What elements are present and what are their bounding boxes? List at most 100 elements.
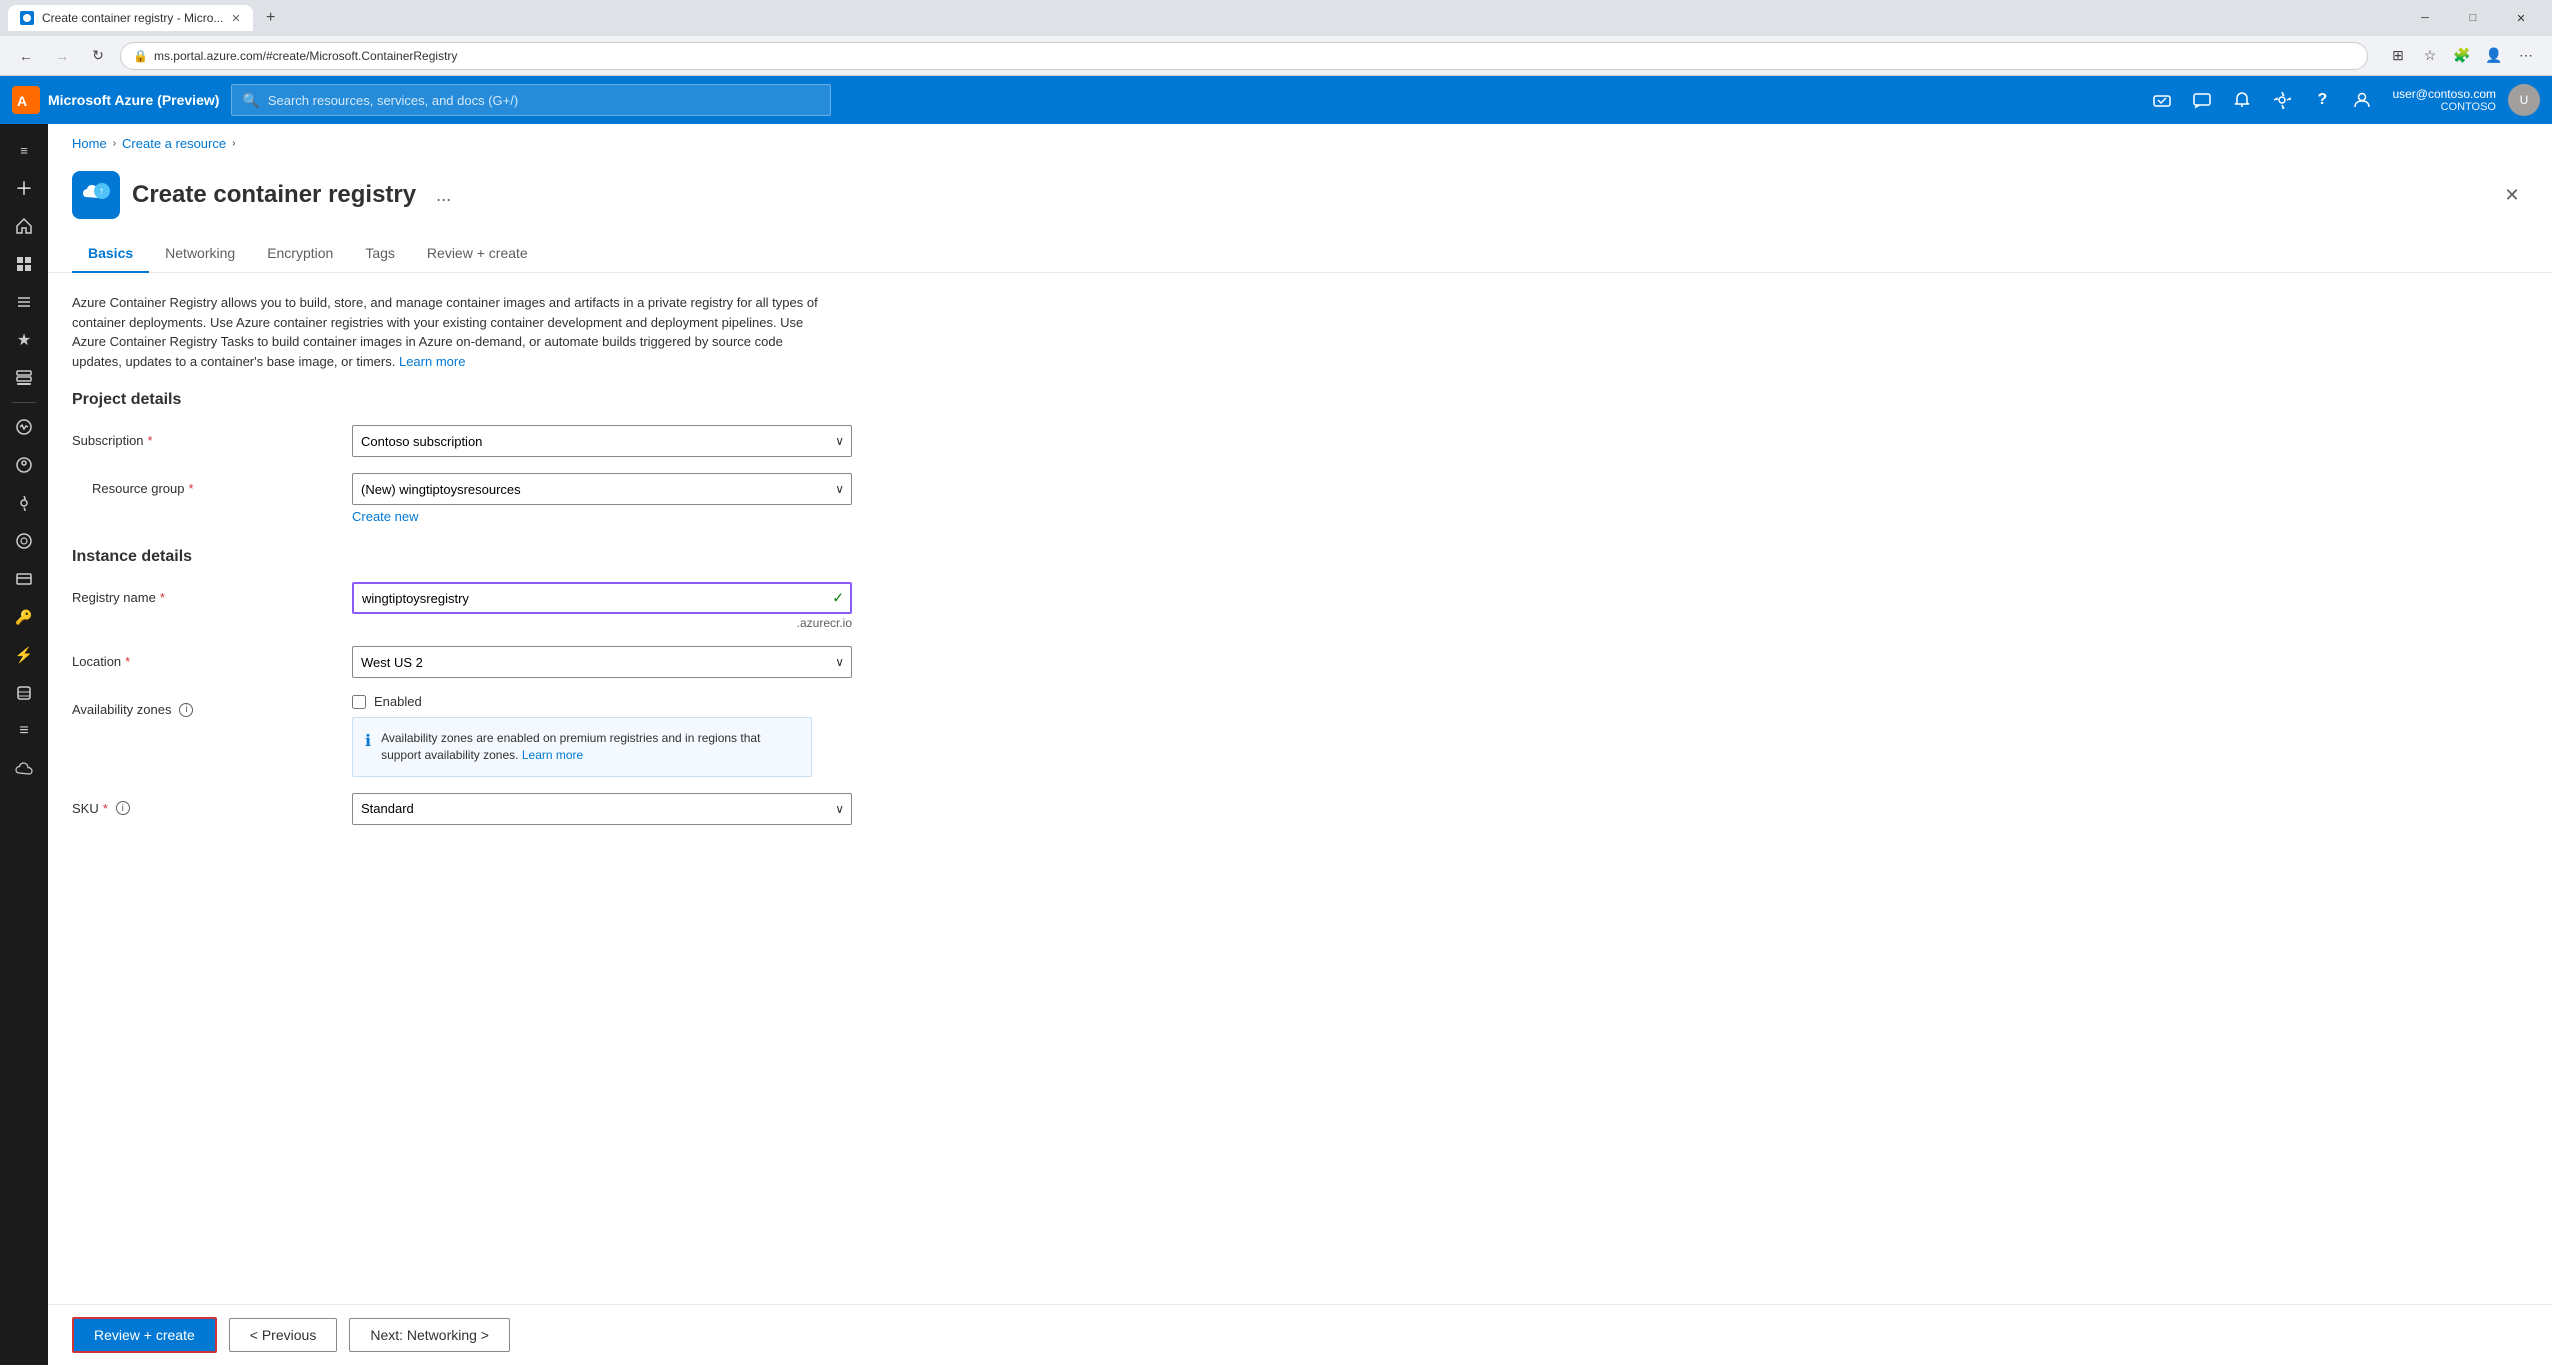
subscription-select[interactable]: Contoso subscription Pay-As-You-Go Enter…	[352, 425, 852, 457]
sku-select[interactable]: Basic Standard Premium	[352, 793, 852, 825]
registry-name-input[interactable]	[352, 582, 852, 614]
previous-button[interactable]: < Previous	[229, 1318, 338, 1352]
sidebar-item-cloud[interactable]	[6, 751, 42, 787]
sidebar-item-keys[interactable]: 🔑	[6, 599, 42, 635]
sidebar-item-favorites[interactable]: ★	[6, 322, 42, 358]
sidebar-item-marketplace[interactable]	[6, 447, 42, 483]
learn-more-link[interactable]: Learn more	[399, 354, 465, 369]
profile-button[interactable]: 👤	[2480, 42, 2508, 70]
extensions-button[interactable]: 🧩	[2448, 42, 2476, 70]
resource-group-select-wrapper: (New) wingtiptoysresources Create new ∨	[352, 473, 852, 505]
sidebar-item-resourcegroups[interactable]	[6, 360, 42, 396]
availability-zones-learn-more[interactable]: Learn more	[522, 748, 583, 762]
tab-close-icon[interactable]: ✕	[231, 12, 240, 25]
tab-review-create[interactable]: Review + create	[411, 235, 544, 273]
next-button[interactable]: Next: Networking >	[349, 1318, 510, 1352]
maximize-button[interactable]: □	[2450, 0, 2496, 36]
browser-tab[interactable]: Create container registry - Micro... ✕	[8, 5, 253, 31]
sku-control: Basic Standard Premium ∨	[352, 793, 852, 825]
new-tab-button[interactable]: +	[257, 4, 285, 32]
minimize-button[interactable]: ─	[2402, 0, 2448, 36]
plus-icon: ＋	[15, 175, 33, 201]
sidebar-item-allresources[interactable]	[6, 284, 42, 320]
topbar-search[interactable]: 🔍	[231, 84, 831, 116]
settings-gear-icon	[2272, 90, 2292, 110]
sidebar-item-functions[interactable]: ⚡	[6, 637, 42, 673]
back-button[interactable]: ←	[12, 42, 40, 70]
sidebar-item-monitor[interactable]	[6, 409, 42, 445]
registry-name-required: *	[160, 590, 165, 605]
cloud-shell-button[interactable]	[2144, 82, 2180, 118]
sidebar-item-settings[interactable]	[6, 485, 42, 521]
subscription-label: Subscription *	[72, 425, 352, 448]
search-input[interactable]	[268, 93, 821, 108]
tab-tags[interactable]: Tags	[349, 235, 411, 273]
resource-group-select[interactable]: (New) wingtiptoysresources Create new	[352, 473, 852, 505]
address-bar[interactable]: 🔒 ms.portal.azure.com/#create/Microsoft.…	[120, 42, 2368, 70]
location-select-wrapper: West US 2 East US East US 2 Central US W…	[352, 646, 852, 678]
project-details-title: Project details	[72, 391, 2528, 409]
availability-zones-group: Availability zones i Enabled ℹ Availabil…	[72, 694, 2528, 777]
availability-zones-info-text: Availability zones are enabled on premiu…	[381, 730, 799, 764]
availability-zones-tooltip[interactable]: i	[179, 703, 193, 717]
more-options-button[interactable]: ...	[436, 185, 451, 206]
user-avatar[interactable]: U	[2508, 84, 2540, 116]
tab-encryption[interactable]: Encryption	[251, 235, 349, 273]
breadcrumb-create-resource[interactable]: Create a resource	[122, 136, 226, 151]
browser-controls: ← → ↻ 🔒 ms.portal.azure.com/#create/Micr…	[0, 36, 2552, 76]
notifications-button[interactable]	[2224, 82, 2260, 118]
billing-icon	[15, 570, 33, 588]
directory-button[interactable]	[2344, 82, 2380, 118]
forward-button[interactable]: →	[48, 42, 76, 70]
sku-group: SKU * i Basic Standard Premium ∨	[72, 793, 2528, 825]
settings-button[interactable]: ⋯	[2512, 42, 2540, 70]
subscription-group: Subscription * Contoso subscription Pay-…	[72, 425, 2528, 457]
all-resources-icon	[15, 293, 33, 311]
sku-tooltip[interactable]: i	[116, 801, 130, 815]
location-select[interactable]: West US 2 East US East US 2 Central US W…	[352, 646, 852, 678]
instance-details-title: Instance details	[72, 548, 2528, 566]
feedback-icon	[2192, 90, 2212, 110]
user-info[interactable]: user@contoso.com CONTOSO	[2384, 83, 2504, 117]
registry-name-input-wrapper: ✓	[352, 582, 852, 614]
tab-favicon	[20, 11, 34, 25]
sidebar-item-home[interactable]	[6, 208, 42, 244]
sidebar-item-more[interactable]: ≡	[6, 713, 42, 749]
svg-text:A: A	[17, 93, 27, 109]
breadcrumb: Home › Create a resource ›	[48, 124, 2552, 163]
tab-basics[interactable]: Basics	[72, 235, 149, 273]
feedback-button[interactable]	[2184, 82, 2220, 118]
sql-icon	[15, 684, 33, 702]
help-button[interactable]: ?	[2304, 82, 2340, 118]
sidebar-item-create[interactable]: ＋	[6, 170, 42, 206]
close-window-button[interactable]: ✕	[2498, 0, 2544, 36]
main-layout: ≡ ＋ ★	[0, 124, 2552, 1365]
page-header: ↑ Create container registry ... ✕	[48, 163, 2552, 235]
url-text: ms.portal.azure.com/#create/Microsoft.Co…	[154, 49, 457, 63]
tabs: Basics Networking Encryption Tags Review…	[48, 235, 2552, 273]
read-mode-button[interactable]: ⊞	[2384, 42, 2412, 70]
favorites-button[interactable]: ☆	[2416, 42, 2444, 70]
sidebar-item-dashboard[interactable]	[6, 246, 42, 282]
settings-topbar-button[interactable]	[2264, 82, 2300, 118]
dashboard-icon	[15, 255, 33, 273]
tab-title: Create container registry - Micro...	[42, 11, 223, 25]
sidebar-toggle-button[interactable]: ≡	[6, 132, 42, 168]
monitor-icon	[15, 418, 33, 436]
subscription-required: *	[148, 433, 153, 448]
sidebar-item-billing[interactable]	[6, 561, 42, 597]
review-create-button[interactable]: Review + create	[72, 1317, 217, 1353]
sku-label: SKU * i	[72, 793, 352, 816]
sidebar-item-sql[interactable]	[6, 675, 42, 711]
create-new-link[interactable]: Create new	[352, 509, 418, 524]
sidebar-item-support[interactable]	[6, 523, 42, 559]
close-page-button[interactable]: ✕	[2496, 179, 2528, 211]
azure-logo[interactable]: A Microsoft Azure (Preview)	[12, 86, 219, 114]
sku-select-wrapper: Basic Standard Premium ∨	[352, 793, 852, 825]
registry-name-group: Registry name * ✓ .azurecr.io	[72, 582, 2528, 630]
breadcrumb-home[interactable]: Home	[72, 136, 107, 151]
refresh-button[interactable]: ↻	[84, 42, 112, 70]
lightning-icon: ⚡	[15, 646, 34, 664]
availability-zones-checkbox[interactable]	[352, 695, 366, 709]
tab-networking[interactable]: Networking	[149, 235, 251, 273]
